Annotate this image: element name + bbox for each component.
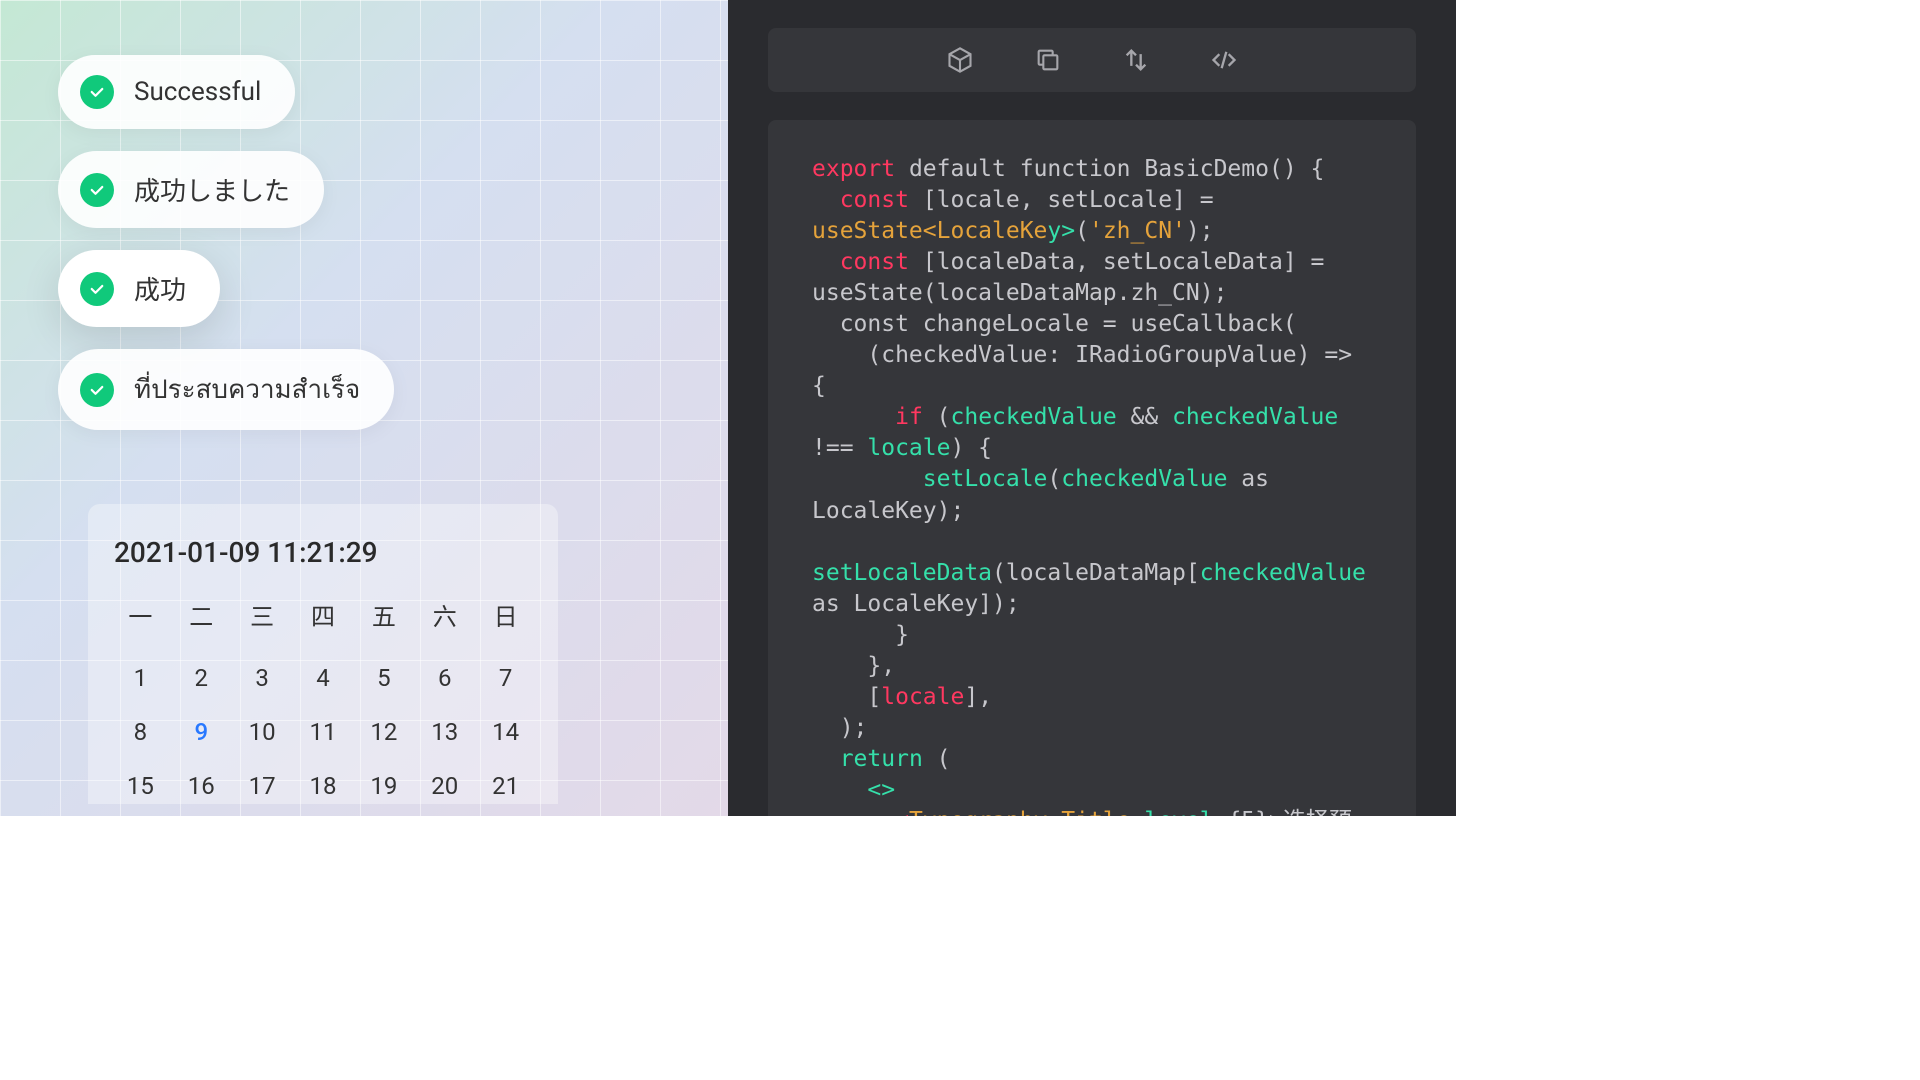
status-pill[interactable]: Successful	[58, 55, 295, 129]
calendar-day[interactable]: 15	[110, 768, 171, 804]
pill-label: 成功	[134, 270, 186, 307]
calendar-datetime-title: 2021-01-09 11:21:29	[110, 536, 536, 569]
calendar-day[interactable]: 5	[353, 660, 414, 696]
code-icon[interactable]	[1210, 46, 1238, 74]
weekday-header: 一	[110, 597, 171, 642]
pill-label: ที่ประสบความสำเร็จ	[134, 369, 360, 410]
weekday-header: 六	[414, 597, 475, 642]
calendar-day[interactable]: 6	[414, 660, 475, 696]
status-pill[interactable]: ที่ประสบความสำเร็จ	[58, 349, 394, 430]
weekday-header: 五	[353, 597, 414, 642]
status-pill[interactable]: 成功	[58, 250, 220, 327]
code-toolbar	[768, 28, 1416, 92]
calendar-day[interactable]: 19	[353, 768, 414, 804]
calendar-day[interactable]: 12	[353, 714, 414, 750]
calendar-day[interactable]: 14	[475, 714, 536, 750]
preview-panel: Successful 成功しました 成功 ที่ประสบความสำเร็จ …	[0, 0, 728, 816]
calendar-day[interactable]: 8	[110, 714, 171, 750]
sort-icon[interactable]	[1122, 46, 1150, 74]
code-panel-container: export default function BasicDemo() { co…	[728, 0, 1456, 816]
pill-label: 成功しました	[134, 171, 290, 208]
check-circle-icon	[80, 272, 114, 306]
check-circle-icon	[80, 173, 114, 207]
calendar-day[interactable]: 1	[110, 660, 171, 696]
weekday-header: 四	[293, 597, 354, 642]
pill-label: Successful	[134, 77, 261, 107]
code-editor[interactable]: export default function BasicDemo() { co…	[768, 120, 1416, 816]
copy-icon[interactable]	[1034, 46, 1062, 74]
calendar-day[interactable]: 10	[232, 714, 293, 750]
calendar-day[interactable]: 11	[293, 714, 354, 750]
weekday-header: 三	[232, 597, 293, 642]
calendar-day[interactable]: 7	[475, 660, 536, 696]
code-content: export default function BasicDemo() { co…	[812, 154, 1372, 816]
package-icon[interactable]	[946, 46, 974, 74]
weekday-header: 日	[475, 597, 536, 642]
calendar-day[interactable]: 20	[414, 768, 475, 804]
status-pill-list: Successful 成功しました 成功 ที่ประสบความสำเร็จ	[58, 55, 394, 430]
status-pill[interactable]: 成功しました	[58, 151, 324, 228]
calendar-day[interactable]: 13	[414, 714, 475, 750]
calendar-card: 2021-01-09 11:21:29 一二三四五六日1234567891011…	[88, 504, 558, 804]
calendar-day[interactable]: 2	[171, 660, 232, 696]
weekday-header: 二	[171, 597, 232, 642]
calendar-day[interactable]: 4	[293, 660, 354, 696]
calendar-day[interactable]: 16	[171, 768, 232, 804]
calendar-day[interactable]: 21	[475, 768, 536, 804]
calendar-grid: 一二三四五六日123456789101112131415161718192021	[110, 597, 536, 804]
calendar-day[interactable]: 17	[232, 768, 293, 804]
calendar-day[interactable]: 18	[293, 768, 354, 804]
calendar-day[interactable]: 3	[232, 660, 293, 696]
calendar-day[interactable]: 9	[171, 714, 232, 750]
check-circle-icon	[80, 75, 114, 109]
check-circle-icon	[80, 373, 114, 407]
